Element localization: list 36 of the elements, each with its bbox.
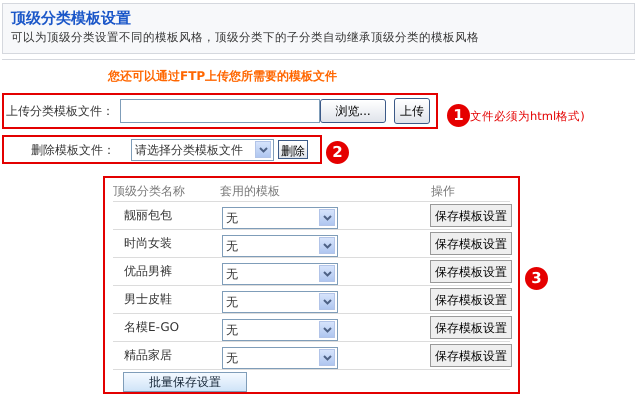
file-path-field[interactable]	[120, 99, 320, 123]
column-header: 操作	[431, 182, 455, 200]
upload-label: 上传分类模板文件：	[6, 103, 114, 120]
template-select[interactable]: 无	[222, 346, 338, 368]
page-title: 顶级分类模板设置	[11, 8, 132, 28]
callout-number: 2	[325, 140, 350, 165]
batch-save-button[interactable]: 批量保存设置	[123, 372, 247, 392]
ftp-note: 您还可以通过FTP上传您所需要的模板文件	[108, 68, 338, 84]
template-select[interactable]: 无	[222, 206, 338, 228]
delete-button[interactable]: 删除	[278, 140, 308, 159]
save-template-button[interactable]: 保存模板设置	[430, 344, 512, 367]
category-name: 精品家居	[124, 347, 173, 364]
format-note: 文件必须为html格式)	[470, 108, 585, 125]
upload-button[interactable]: 上传	[394, 98, 430, 124]
page-description: 可以为顶级分类设置不同的模板风格，顶级分类下的子分类自动继承顶级分类的模板风格	[11, 29, 480, 46]
category-name: 优品男裤	[124, 263, 173, 280]
template-select[interactable]: 无	[222, 290, 338, 312]
browse-button[interactable]: 浏览...	[320, 99, 386, 123]
save-template-button[interactable]: 保存模板设置	[430, 232, 512, 255]
template-file-select[interactable]: 请选择分类模板文件	[131, 138, 274, 160]
template-select[interactable]: 无	[222, 262, 338, 284]
delete-label: 删除模板文件：	[31, 142, 115, 158]
template-select[interactable]: 无	[222, 234, 338, 256]
category-name: 男士皮鞋	[124, 291, 173, 308]
template-select[interactable]: 无	[222, 318, 338, 340]
save-template-button[interactable]: 保存模板设置	[430, 316, 512, 339]
save-template-button[interactable]: 保存模板设置	[430, 288, 512, 311]
column-header: 顶级分类名称	[113, 182, 186, 200]
save-template-button[interactable]: 保存模板设置	[430, 260, 512, 283]
save-template-button[interactable]: 保存模板设置	[430, 204, 512, 227]
category-name: 时尚女装	[124, 235, 173, 252]
callout-number: 3	[524, 266, 549, 291]
category-name: 名模E-GO	[124, 319, 180, 336]
column-header: 套用的模板	[220, 182, 281, 200]
callout-number: 1	[446, 103, 471, 128]
category-name: 靓丽包包	[124, 207, 173, 224]
